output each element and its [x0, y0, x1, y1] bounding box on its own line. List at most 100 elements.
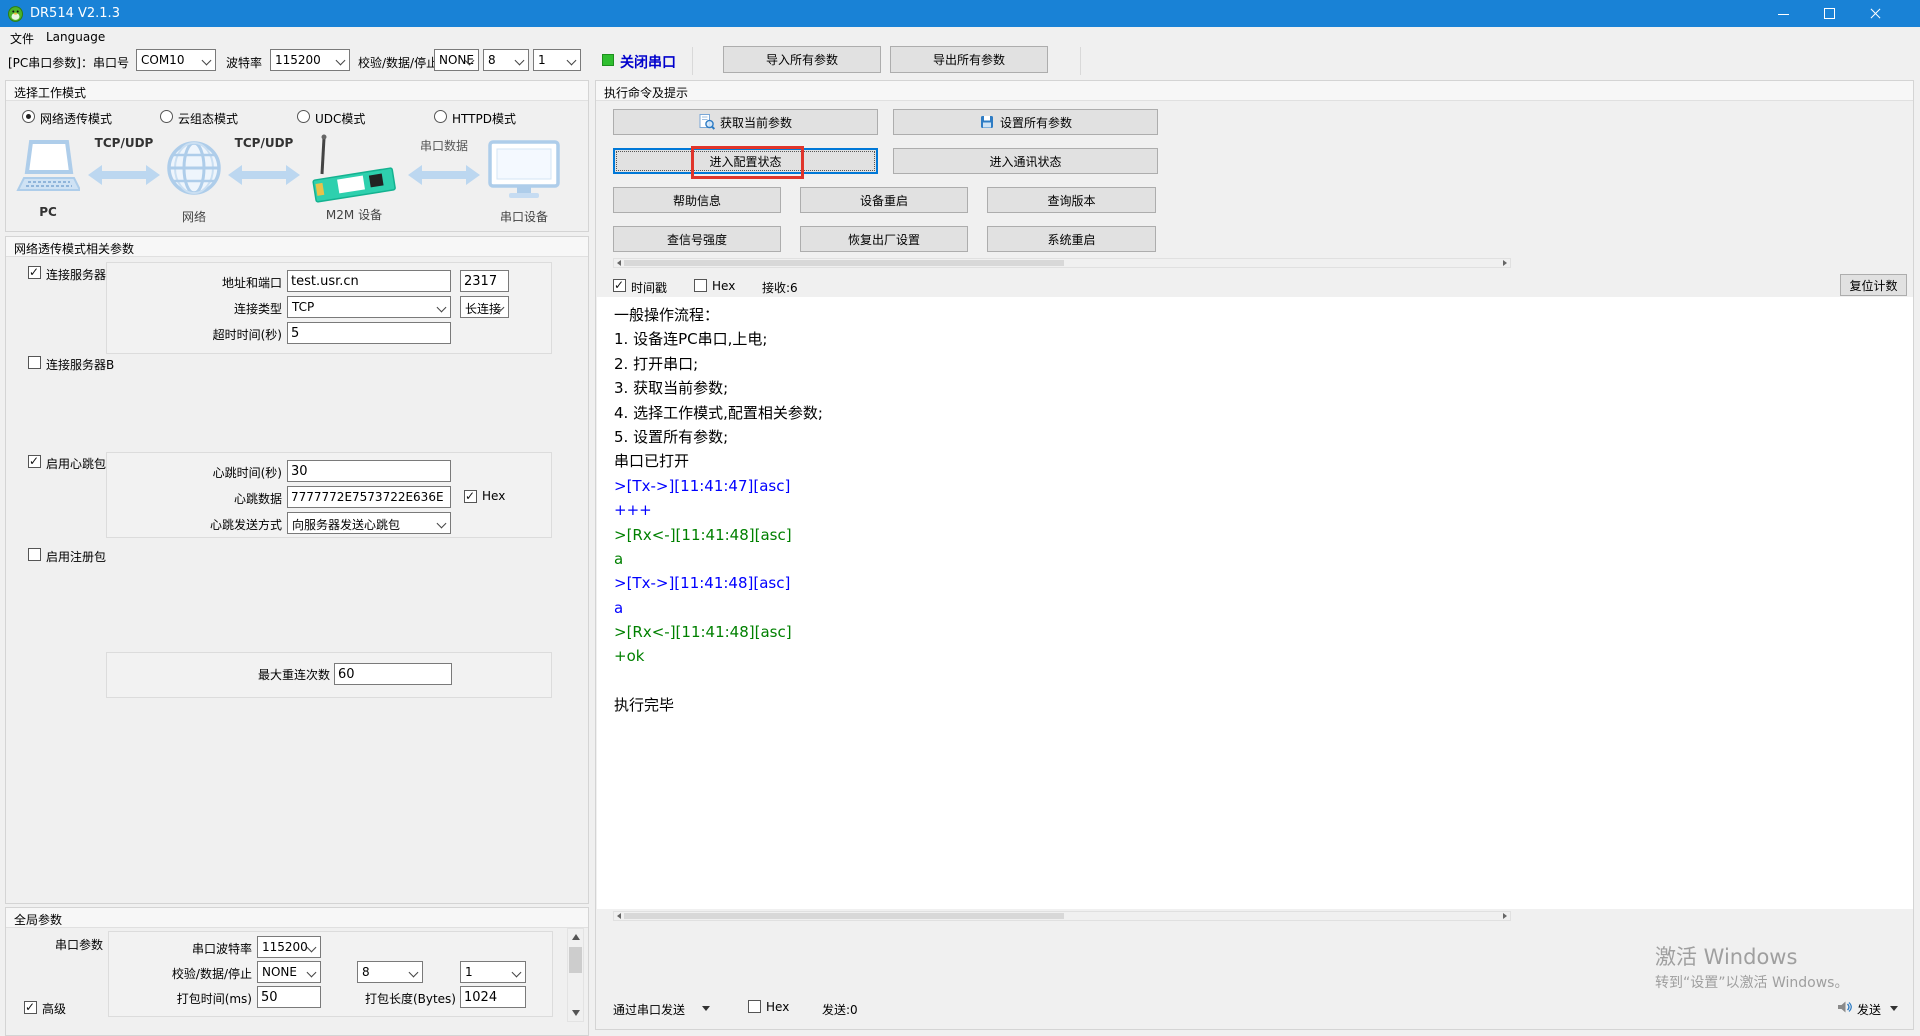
timeout-input[interactable]: [287, 322, 451, 344]
import-params-button[interactable]: 导入所有参数: [723, 46, 881, 73]
radio-cloud-config-label[interactable]: 云组态模式: [178, 110, 238, 127]
device-reboot-label: 设备重启: [860, 192, 908, 209]
scroll-left-icon[interactable]: [617, 913, 621, 919]
server-b-label[interactable]: 连接服务器B: [46, 356, 114, 373]
log-line: [597, 669, 1913, 693]
dropdown-caret-icon[interactable]: [702, 1006, 710, 1011]
databits-select[interactable]: 8: [483, 49, 529, 71]
get-params-button[interactable]: 获取当前参数: [613, 109, 878, 135]
register-label[interactable]: 启用注册包: [46, 548, 106, 565]
radio-udc-mode[interactable]: [297, 110, 310, 123]
export-params-button[interactable]: 导出所有参数: [890, 46, 1048, 73]
log-area[interactable]: 一般操作流程：1. 设备连PC串口,上电;2. 打开串口;3. 获取当前参数;4…: [597, 297, 1913, 909]
radio-udc-mode-label[interactable]: UDC模式: [315, 110, 365, 127]
send-dropdown-caret-icon[interactable]: [1890, 1006, 1898, 1011]
chevron-down-icon: [336, 56, 346, 66]
log-h-scrollbar-bottom[interactable]: [613, 911, 1511, 921]
scrollbar-thumb[interactable]: [569, 947, 582, 973]
radio-cloud-config[interactable]: [160, 110, 173, 123]
stopbits-select[interactable]: 1: [533, 49, 581, 71]
advanced-checkbox[interactable]: [24, 1001, 37, 1014]
global-parity-label: 校验/数据/停止: [120, 965, 252, 982]
advanced-label[interactable]: 高级: [42, 1000, 66, 1017]
enter-config-button[interactable]: 进入配置状态: [613, 148, 878, 174]
system-reboot-button[interactable]: 系统重启: [987, 226, 1156, 252]
conn-type-select[interactable]: TCP: [287, 296, 451, 318]
device-reboot-button[interactable]: 设备重启: [800, 187, 968, 213]
radio-httpd-mode-label[interactable]: HTTPD模式: [452, 110, 516, 127]
heartbeat-hex-label[interactable]: Hex: [482, 489, 505, 503]
send-hex-label[interactable]: Hex: [766, 1000, 789, 1014]
minimize-button[interactable]: [1760, 0, 1806, 27]
server-a-checkbox[interactable]: [28, 266, 41, 279]
keepalive-select[interactable]: 长连接: [460, 296, 509, 318]
log-line: >[Tx->][11:41:47][asc]: [597, 474, 1913, 498]
heartbeat-label[interactable]: 启用心跳包: [46, 455, 106, 472]
radio-net-passthrough[interactable]: [22, 110, 35, 123]
global-databits-select[interactable]: 8: [357, 961, 423, 983]
menu-bar: 文件 Language: [0, 27, 1920, 47]
close-serial-button[interactable]: 关闭串口: [620, 52, 676, 72]
factory-reset-button[interactable]: 恢复出厂设置: [800, 226, 968, 252]
get-params-label: 获取当前参数: [720, 114, 792, 131]
reconnect-input[interactable]: [334, 663, 452, 685]
scroll-left-icon[interactable]: [617, 260, 621, 266]
double-arrow-icon: [408, 162, 480, 188]
stopbits-value: 1: [538, 53, 546, 67]
heartbeat-checkbox[interactable]: [28, 455, 41, 468]
enter-comm-label: 进入通讯状态: [989, 153, 1061, 170]
server-a-address-input[interactable]: [287, 270, 451, 292]
server-a-port-input[interactable]: [460, 270, 509, 292]
register-checkbox[interactable]: [28, 548, 41, 561]
server-a-label[interactable]: 连接服务器A: [46, 266, 114, 283]
monitor-icon: [486, 140, 562, 202]
log-line: 3. 获取当前参数;: [597, 376, 1913, 400]
chevron-down-icon: [307, 943, 317, 953]
server-b-checkbox[interactable]: [28, 356, 41, 369]
pack-time-label: 打包时间(ms): [120, 990, 252, 1007]
scroll-right-icon[interactable]: [1503, 913, 1507, 919]
global-stopbits-select[interactable]: 1: [460, 961, 526, 983]
query-signal-button[interactable]: 查信号强度: [613, 226, 781, 252]
maximize-button[interactable]: [1806, 0, 1852, 27]
heartbeat-time-input[interactable]: [287, 460, 451, 482]
global-baud-select[interactable]: 115200: [257, 936, 321, 958]
pack-len-input[interactable]: [460, 986, 526, 1008]
timestamp-label[interactable]: 时间戳: [631, 279, 667, 296]
left-panel-scrollbar[interactable]: [567, 928, 584, 1022]
send-hex-checkbox[interactable]: [748, 1000, 761, 1013]
log-h-scrollbar-top[interactable]: [613, 258, 1511, 268]
heartbeat-data-input[interactable]: [287, 486, 451, 508]
pack-time-input[interactable]: [257, 986, 321, 1008]
reset-count-button[interactable]: 复位计数: [1840, 274, 1907, 296]
baud-select[interactable]: 115200: [270, 49, 350, 71]
radio-httpd-mode[interactable]: [434, 110, 447, 123]
scrollbar-thumb[interactable]: [624, 260, 1064, 266]
scroll-up-icon[interactable]: [572, 934, 580, 940]
radio-net-passthrough-label[interactable]: 网络透传模式: [40, 110, 112, 127]
speaker-icon: [1836, 999, 1852, 1015]
menu-language[interactable]: Language: [46, 30, 105, 44]
enter-comm-button[interactable]: 进入通讯状态: [893, 148, 1158, 174]
scroll-right-icon[interactable]: [1503, 260, 1507, 266]
scrollbar-thumb[interactable]: [624, 913, 1064, 919]
set-params-button[interactable]: 设置所有参数: [893, 109, 1158, 135]
menu-file[interactable]: 文件: [10, 30, 34, 47]
chevron-down-icon: [202, 56, 212, 66]
heartbeat-mode-select[interactable]: 向服务器发送心跳包: [287, 512, 451, 534]
log-hex-label[interactable]: Hex: [712, 279, 735, 293]
global-baud-label: 串口波特率: [120, 940, 252, 957]
log-hex-checkbox[interactable]: [694, 279, 707, 292]
query-version-button[interactable]: 查询版本: [987, 187, 1156, 213]
heartbeat-hex-checkbox[interactable]: [464, 490, 477, 503]
global-baud-value: 115200: [262, 940, 308, 954]
close-button[interactable]: [1852, 0, 1898, 27]
global-parity-select[interactable]: NONE: [257, 961, 321, 983]
scroll-down-icon[interactable]: [572, 1010, 580, 1016]
help-button[interactable]: 帮助信息: [613, 187, 781, 213]
parity-select[interactable]: NONE: [434, 49, 479, 71]
timestamp-checkbox[interactable]: [613, 279, 626, 292]
send-mode-dropdown[interactable]: 通过串口发送: [613, 1001, 685, 1018]
com-port-select[interactable]: COM10: [136, 49, 216, 71]
send-button[interactable]: 发送: [1857, 1001, 1881, 1018]
